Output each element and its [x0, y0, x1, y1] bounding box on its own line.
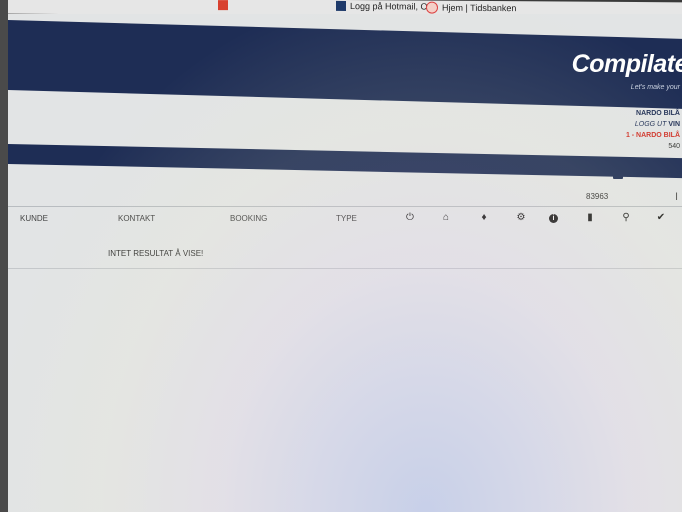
user-name: NARDO BILÅ — [636, 110, 680, 117]
logout-link[interactable]: LOGG UT — [635, 121, 667, 128]
info-icon[interactable]: i — [549, 214, 558, 223]
search-input[interactable] — [578, 190, 682, 202]
user-extra: VIN — [668, 121, 680, 128]
app-page: Compilate Let's make your NARDO BILÅ LOG… — [8, 14, 682, 512]
settings-icon[interactable]: ⚙ — [515, 212, 527, 224]
check-icon[interactable]: ✔ — [655, 212, 667, 224]
company-selector[interactable]: 1 - NARDO BILÅ — [626, 130, 680, 141]
car-icon[interactable]: ⌂ — [440, 212, 452, 224]
monitor-bezel-left — [0, 0, 8, 512]
column-kunde[interactable]: KUNDE — [20, 214, 48, 223]
export-icon[interactable]: ▮ — [584, 212, 596, 224]
brand-logo[interactable]: Compilate — [572, 50, 682, 79]
empty-result-message: INTET RESULTAT Å VISE! — [108, 249, 204, 258]
column-kontakt[interactable]: KONTAKT — [118, 214, 155, 223]
bookmark-hotmail[interactable]: Logg på Hotmail, O... — [336, 0, 436, 12]
company-number: 540 — [668, 143, 680, 150]
report-label: KJØRAPPORT — [627, 171, 675, 179]
person-icon[interactable]: ♦ — [478, 212, 490, 224]
user-panel: NARDO BILÅ LOGG UT VIN 1 - NARDO BILÅ 54… — [626, 108, 680, 152]
mail-icon — [218, 0, 228, 11]
divider — [8, 268, 682, 269]
bookmark-label: Logg på Hotmail, O... — [350, 1, 436, 12]
outlook-icon — [336, 0, 346, 12]
power-icon[interactable]: ⏻ — [404, 212, 416, 224]
key-icon[interactable]: ⚲ — [620, 212, 632, 224]
table-header: KUNDE KONTAKT BOOKING TYPE ⏻ ⌂ ♦ ⚙ i ▮ ⚲… — [8, 212, 682, 230]
printer-icon — [613, 171, 623, 179]
bookmark-mail[interactable] — [218, 0, 232, 11]
bookmark-tidsbanken[interactable]: Hjem | Tidsbanken — [426, 1, 517, 15]
bookmark-label: Hjem | Tidsbanken — [442, 2, 517, 14]
column-type[interactable]: TYPE — [336, 214, 357, 223]
toolbar: KJØRAPPORT E — [8, 169, 682, 187]
report-button[interactable]: KJØRAPPORT — [613, 171, 674, 179]
column-booking[interactable]: BOOKING — [230, 214, 267, 223]
search-row: I — [8, 188, 682, 207]
text-cursor-icon: I — [675, 191, 679, 203]
brand-tagline: Let's make your — [630, 84, 680, 91]
toolbar-extra-button[interactable]: E — [676, 171, 681, 178]
tidsbanken-icon — [426, 1, 438, 14]
